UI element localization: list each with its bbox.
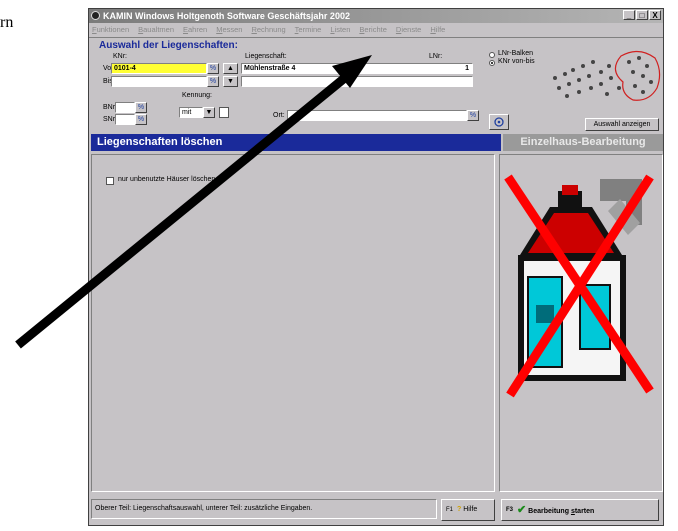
house-image-panel	[499, 154, 663, 492]
map-dots-icon	[553, 50, 661, 101]
liegenschaft-value: Mühlenstraße 4	[244, 65, 296, 72]
knr-header: KNr:	[113, 53, 127, 60]
bnr-field[interactable]	[115, 102, 135, 113]
menu-item-berichte[interactable]: Berichte	[359, 24, 387, 36]
menu-item-fahren[interactable]: Eahren	[183, 24, 207, 36]
window-controls: _ □ X	[623, 10, 661, 20]
lookup-icon: %	[137, 104, 145, 111]
knr-bis-lookup-button[interactable]: %	[207, 76, 219, 87]
help-key-label: F1	[446, 507, 454, 513]
help-button[interactable]: F1 ? Hilfe	[441, 499, 495, 521]
arrow-down-icon: ▼	[227, 78, 234, 85]
selection-heading: Auswahl der Liegenschaften:	[99, 40, 238, 51]
question-icon: ?	[456, 506, 462, 513]
ort-label: Ort:	[273, 112, 285, 119]
menu-item-termine[interactable]: Termine	[295, 24, 322, 36]
menu-item-dienste[interactable]: Dienste	[396, 24, 421, 36]
menu-item-hilfe[interactable]: Hilfe	[430, 24, 445, 36]
ort-field[interactable]	[287, 110, 467, 121]
lookup-icon: %	[209, 78, 217, 85]
knr-down-button[interactable]: ▼	[223, 76, 238, 87]
menu-item-listen[interactable]: Listen	[330, 24, 350, 36]
locate-button[interactable]	[489, 114, 509, 130]
title-bar[interactable]: KAMIN Windows Holtgenoth Software Geschä…	[89, 9, 663, 23]
lnr-header: LNr:	[429, 53, 443, 60]
kennung-checkbox[interactable]	[219, 107, 229, 118]
liegenschaft-header: Liegenschaft:	[245, 53, 287, 60]
close-button[interactable]: X	[649, 10, 661, 20]
kennung-select[interactable]: mit	[179, 107, 203, 118]
bnr-lookup-button[interactable]: %	[135, 102, 147, 113]
maximize-button[interactable]: □	[636, 10, 648, 20]
liegenschaft-field[interactable]: Mühlenstraße 4 1	[241, 63, 473, 74]
start-label: Bearbeitung starten	[528, 508, 595, 515]
menu-item-funktionen[interactable]: Funktionen	[92, 24, 129, 36]
radio-knr-von-bis[interactable]	[489, 60, 495, 66]
target-icon	[494, 117, 504, 127]
menu-item-baualtmen[interactable]: Baualtmen	[138, 24, 174, 36]
status-bar: Oberer Teil: Liegenschaftsauswahl, unter…	[91, 499, 437, 519]
app-window: KAMIN Windows Holtgenoth Software Geschä…	[88, 8, 664, 526]
start-key-label: F3	[506, 507, 514, 513]
tab-einzelhaus-bearbeitung[interactable]: Einzelhaus-Bearbeitung	[503, 134, 663, 151]
lookup-icon: %	[137, 116, 145, 123]
radio-lnr-balken-label: LNr-Balken	[498, 50, 534, 57]
knr-von-lookup-button[interactable]: %	[207, 63, 219, 74]
window-title: KAMIN Windows Holtgenoth Software Geschä…	[103, 11, 350, 21]
kennung-dropdown-button[interactable]: ▼	[203, 107, 215, 118]
menu-bar: Funktionen Baualtmen Eahren Messen Rechn…	[89, 24, 663, 36]
radio-lnr-balken[interactable]	[489, 52, 495, 58]
ort-lookup-button[interactable]: %	[467, 110, 479, 121]
app-icon	[91, 11, 100, 20]
show-selection-button[interactable]: Auswahl anzeigen	[585, 118, 659, 131]
selection-area: Auswahl der Liegenschaften: KNr: Liegens…	[89, 37, 663, 135]
unused-houses-label: nur unbenutzte Häuser löschen	[118, 176, 216, 183]
snr-field[interactable]	[115, 114, 135, 125]
lnr-value: 1	[465, 65, 469, 72]
lookup-icon: %	[469, 112, 477, 119]
house-delete-icon	[504, 174, 654, 398]
arrow-up-icon: ▲	[227, 65, 234, 72]
radio-knr-von-bis-label: KNr von-bis	[498, 58, 535, 65]
knr-bis-field[interactable]	[111, 76, 207, 87]
help-label: Hilfe	[463, 506, 478, 513]
unused-houses-checkbox[interactable]	[106, 177, 114, 185]
document-text: rn	[0, 14, 14, 31]
liegenschaft-bis-field[interactable]	[241, 76, 473, 87]
tab-bar: Liegenschaften löschen Einzelhaus-Bearbe…	[89, 134, 663, 151]
checkmark-icon: ✔	[516, 504, 527, 516]
kennung-label: Kennung:	[182, 92, 212, 99]
menu-item-rechnung[interactable]: Rechnung	[251, 24, 285, 36]
lookup-icon: %	[209, 65, 217, 72]
snr-lookup-button[interactable]: %	[135, 114, 147, 125]
menu-item-messen[interactable]: Messen	[216, 24, 242, 36]
tab-liegenschaften-loeschen[interactable]: Liegenschaften löschen	[91, 134, 501, 151]
knr-von-field[interactable]: 0101-4	[111, 63, 207, 74]
chevron-down-icon: ▼	[205, 109, 213, 116]
start-editing-button[interactable]: F3 ✔ Bearbeitung starten	[501, 499, 659, 521]
knr-up-button[interactable]: ▲	[223, 63, 238, 74]
minimize-button[interactable]: _	[623, 10, 635, 20]
delete-options-panel: nur unbenutzte Häuser löschen	[91, 154, 495, 492]
